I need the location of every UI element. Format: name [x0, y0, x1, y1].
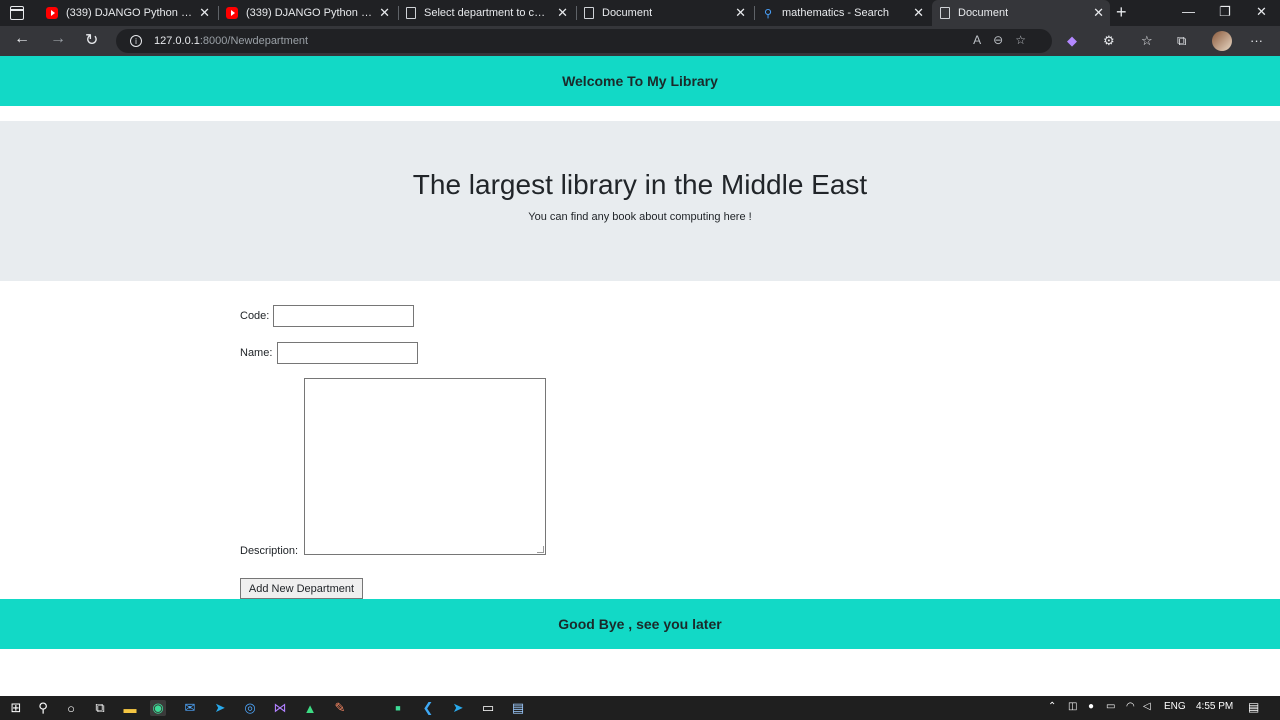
read-aloud-icon[interactable]: A — [973, 33, 993, 47]
windows-taskbar: ⊞ ⚲ ○ ⧉ ▬ ◉ ✉ ➤ ◎ ⋈ ▲ ✎ ■ ❮ ➤ ▭ ▤ ⌃ ◫ ● … — [0, 696, 1280, 720]
close-tab-icon[interactable]: ✕ — [379, 5, 390, 21]
file-explorer-icon[interactable]: ▬ — [122, 700, 138, 716]
tab-label: Select department to change — [424, 7, 550, 19]
task-view-icon[interactable]: ⧉ — [92, 700, 108, 716]
footer-text: Good Bye , see you later — [558, 616, 722, 632]
tab-label: (339) DJANGO Python Lesson — [246, 7, 374, 19]
add-department-button[interactable]: Add New Department — [240, 578, 363, 599]
navbar-title: Welcome To My Library — [562, 73, 718, 89]
close-tab-icon[interactable]: ✕ — [913, 5, 924, 21]
close-tab-icon[interactable]: ✕ — [1093, 5, 1104, 21]
telegram-icon[interactable]: ➤ — [212, 700, 228, 716]
site-info-icon[interactable]: i — [130, 35, 142, 47]
more-menu-icon[interactable]: ··· — [1250, 33, 1263, 48]
tab-2[interactable]: (339) DJANGO Python Lesson ✕ — [218, 0, 396, 26]
back-icon[interactable]: ← — [14, 30, 30, 48]
collections-icon[interactable]: ⧉ — [1177, 33, 1186, 49]
site-footer: Good Bye , see you later — [0, 599, 1280, 649]
app-icon[interactable]: ◎ — [242, 700, 258, 716]
close-tab-icon[interactable]: ✕ — [557, 5, 568, 21]
document-icon — [940, 7, 950, 19]
youtube-icon — [46, 7, 58, 19]
zoom-icon[interactable]: ⊖ — [993, 33, 1015, 47]
tab-label: Document — [958, 7, 1009, 19]
profile-avatar[interactable] — [1212, 31, 1232, 51]
search-icon[interactable]: ⚲ — [35, 700, 51, 716]
extension-icon[interactable]: ◆ — [1067, 33, 1077, 49]
address-bar[interactable]: i 127.0.0.1:8000/Newdepartment A⊖☆ — [116, 29, 1052, 53]
document-icon — [406, 7, 416, 19]
code-input[interactable] — [273, 305, 414, 327]
tab-label: Document — [602, 7, 653, 19]
favorites-icon[interactable]: ☆ — [1141, 33, 1153, 49]
pycharm-icon[interactable]: ■ — [390, 700, 406, 716]
visual-studio-icon[interactable]: ⋈ — [272, 700, 288, 716]
url-host: 127.0.0.1 — [154, 35, 200, 47]
browser-tab-strip: (339) DJANGO Python Lesson ✕ (339) DJANG… — [0, 0, 1280, 26]
description-textarea[interactable] — [304, 378, 546, 555]
site-navbar: Welcome To My Library — [0, 56, 1280, 106]
tab-actions-icon[interactable] — [10, 6, 24, 20]
tab-label: mathematics - Search — [782, 7, 889, 19]
youtube-icon — [226, 7, 238, 19]
mail-icon[interactable]: ✉ — [182, 700, 198, 716]
tab-5[interactable]: ⚲ mathematics - Search ✕ — [754, 0, 930, 26]
clock[interactable]: 4:55 PM — [1196, 701, 1233, 712]
search-icon: ⚲ — [763, 7, 773, 20]
battery-icon[interactable]: ▭ — [1106, 701, 1115, 712]
restore-icon[interactable]: ❐ — [1219, 4, 1231, 20]
url-path: :8000/Newdepartment — [199, 35, 309, 47]
microphone-icon[interactable]: ● — [1088, 701, 1094, 712]
minimize-icon[interactable]: — — [1182, 4, 1195, 19]
terminal-icon[interactable]: ▭ — [480, 700, 496, 716]
extensions-icon[interactable]: ⚙ — [1103, 33, 1115, 49]
hero-section: The largest library in the Middle East Y… — [0, 121, 1280, 281]
telegram-icon[interactable]: ➤ — [450, 700, 466, 716]
tab-3[interactable]: Select department to change ✕ — [398, 0, 574, 26]
paint-icon[interactable]: ✎ — [332, 700, 348, 716]
refresh-icon[interactable]: ↻ — [85, 30, 98, 50]
tab-6-active[interactable]: Document ✕ — [932, 0, 1110, 26]
start-icon[interactable]: ⊞ — [8, 700, 24, 716]
address-bar-icons[interactable]: A⊖☆ — [973, 33, 1038, 47]
tray-app-icon[interactable]: ◫ — [1068, 701, 1077, 712]
code-label: Code: — [240, 310, 270, 322]
new-tab-icon[interactable]: + — [1116, 2, 1127, 23]
cortana-icon[interactable]: ○ — [63, 700, 79, 716]
hero-title: The largest library in the Middle East — [412, 169, 868, 200]
favorite-add-icon[interactable]: ☆ — [1015, 33, 1038, 47]
browser-toolbar: ← → ↻ i 127.0.0.1:8000/Newdepartment A⊖☆… — [0, 26, 1280, 56]
description-label: Description: — [240, 545, 299, 557]
tab-1[interactable]: (339) DJANGO Python Lesson ✕ — [38, 0, 216, 26]
close-window-icon[interactable]: ✕ — [1256, 4, 1267, 20]
document-icon — [584, 7, 594, 19]
tray-chevron-icon[interactable]: ⌃ — [1048, 701, 1056, 712]
name-label: Name: — [240, 347, 273, 359]
wifi-icon[interactable]: ◠ — [1126, 701, 1135, 712]
vscode-icon[interactable]: ❮ — [420, 700, 436, 716]
forward-icon[interactable]: → — [50, 30, 66, 48]
android-studio-icon[interactable]: ▲ — [302, 700, 318, 716]
notifications-icon[interactable]: ▤ — [1248, 700, 1259, 714]
volume-icon[interactable]: ◁ — [1143, 701, 1151, 712]
close-tab-icon[interactable]: ✕ — [199, 5, 210, 21]
tab-label: (339) DJANGO Python Lesson — [66, 7, 194, 19]
name-input[interactable] — [277, 342, 418, 364]
notepad-icon[interactable]: ▤ — [510, 700, 526, 716]
hero-subtitle: You can find any book about computing he… — [528, 211, 752, 223]
tab-4[interactable]: Document ✕ — [576, 0, 752, 26]
close-tab-icon[interactable]: ✕ — [735, 5, 746, 21]
edge-browser-icon[interactable]: ◉ — [150, 700, 166, 716]
language-indicator[interactable]: ENG — [1164, 701, 1186, 712]
